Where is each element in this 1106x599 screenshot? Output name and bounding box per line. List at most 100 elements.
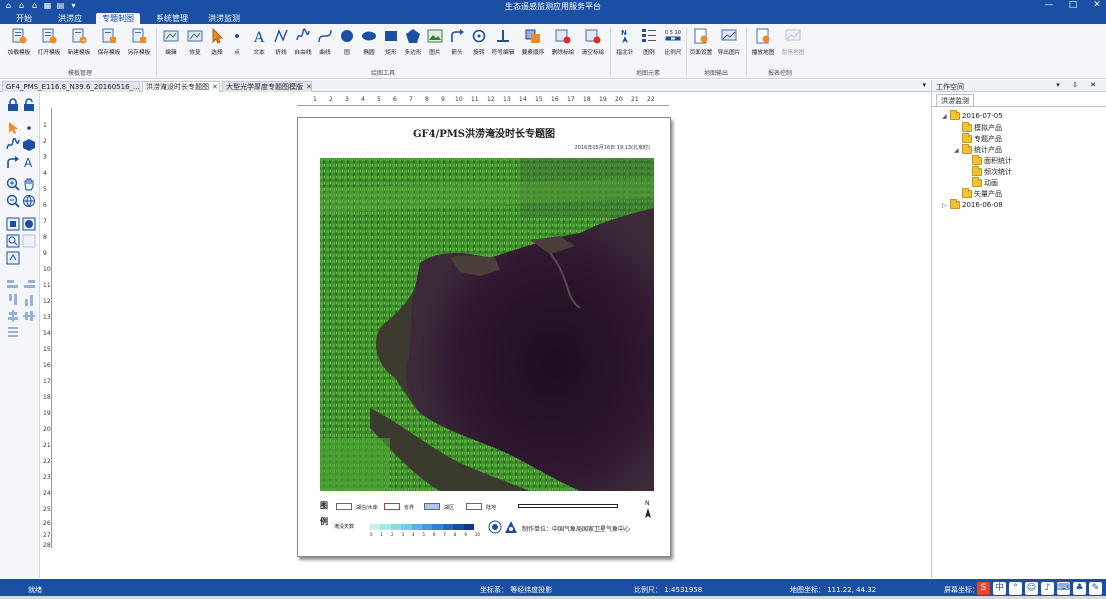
satellite-map-image[interactable] <box>320 158 654 491</box>
full-extent-icon[interactable] <box>6 217 20 231</box>
save-as-template-button[interactable]: 另存模板 <box>126 28 152 64</box>
lock-icon[interactable] <box>6 98 20 112</box>
pan-hand-icon[interactable] <box>22 177 36 191</box>
tab-flood-app[interactable]: 洪涝应用 <box>50 13 90 34</box>
pointer-icon[interactable] <box>6 121 20 135</box>
ribbon-separator <box>156 28 157 76</box>
symbol-edit-button[interactable]: 符号编辑 <box>490 28 516 64</box>
tab-start[interactable]: 开始 <box>10 13 38 24</box>
microphone-icon[interactable]: ♪ <box>1041 582 1054 595</box>
align-top-icon[interactable] <box>6 293 20 307</box>
rotate-label: 旋转 <box>473 49 485 56</box>
delete-annotation-label: 删除标绘 <box>551 49 575 56</box>
freehand-icon[interactable] <box>6 138 20 152</box>
unlock-icon[interactable] <box>22 98 36 112</box>
open-template-label: 打开模板 <box>37 49 61 56</box>
zoom-in-icon[interactable] <box>6 177 20 191</box>
map-legend[interactable]: 图 例 湖泊/水库 省界 湖区 陆地 淹没天数 0 1 2 3 4 5 6 7 … <box>320 500 654 550</box>
zoom-out-icon[interactable] <box>6 194 20 208</box>
map-date-text[interactable]: 2016年05月16日 19:13(北京时) <box>575 144 650 151</box>
rotate-icon <box>472 29 486 43</box>
title-bar: ⌂ ⌂ ⌂ ▦ ▤ ▾ 生态遥感监测应用服务平台 — □ ✕ <box>0 0 1106 12</box>
skin-icon[interactable]: ♣ <box>1073 582 1086 595</box>
tree-node-2016-06-08[interactable]: ▷ 2016-06-08 <box>942 199 1003 209</box>
open-template-button[interactable]: 打开模板 <box>36 28 62 64</box>
punctuation-icon[interactable]: ° <box>1009 582 1022 595</box>
align-bottom-icon[interactable] <box>22 293 36 307</box>
tab-flood-monitoring-workspace[interactable]: 洪涝监测 <box>936 94 974 106</box>
app-title: 生态遥感监测应用服务平台 <box>505 2 601 11</box>
clear-annotation-button[interactable]: 清空标绘 <box>580 28 606 64</box>
doc-tab-gf4-image[interactable]: GF4_PMS_E116.8_N39.6_20160516_... <box>2 81 140 92</box>
tab-flood-monitoring[interactable]: 洪涝监测 <box>202 13 246 24</box>
tree-node-simulation-products[interactable]: 模拟产品 <box>954 122 1002 133</box>
load-template-button[interactable]: 加载模板 <box>6 28 32 64</box>
tree-expander-icon[interactable]: ▷ <box>942 202 950 209</box>
scale-bar-label: 比例尺 <box>664 49 682 56</box>
minimize-button[interactable]: — <box>1044 0 1054 10</box>
tab-system-management[interactable]: 系统管理 <box>150 13 194 24</box>
save-template-button[interactable]: 保存模板 <box>96 28 122 64</box>
group-label-template: 模板管理 <box>67 70 92 77</box>
tree-node-vector-products[interactable]: 矢量产品 <box>954 188 1002 199</box>
tab-thematic-mapping[interactable]: 专题制图 <box>96 13 140 24</box>
save-template-label: 保存模板 <box>97 49 121 56</box>
status-screen-coordinates: 屏幕坐标： <box>944 586 979 594</box>
arrow-icon[interactable] <box>6 155 20 169</box>
ruler-tick-label: 21 <box>631 96 639 103</box>
play-map-button[interactable]: 播放地图 <box>750 28 776 64</box>
page-setup-button[interactable]: 页面设置 <box>688 28 714 64</box>
edit-button[interactable]: 编辑 <box>158 28 184 64</box>
panel-controls[interactable]: ▾ ⇩ ✕ <box>1056 81 1101 89</box>
wrench-icon[interactable]: ✎ <box>1089 582 1102 595</box>
maximize-button[interactable]: □ <box>1068 0 1078 10</box>
distribute-icon[interactable] <box>6 325 20 339</box>
align-center-icon[interactable] <box>6 309 20 323</box>
delete-annotation-button[interactable]: 删除标绘 <box>550 28 576 64</box>
tree-node-animation[interactable]: 动画 <box>964 177 998 188</box>
ruler-tick-label: 9 <box>43 250 47 257</box>
folder-icon <box>962 188 972 198</box>
zoom-layer-icon[interactable] <box>6 234 20 248</box>
ime-logo-icon[interactable]: S <box>977 582 990 595</box>
polygon-icon[interactable] <box>22 138 36 152</box>
tree-node-2016-07-05[interactable]: ◢ 2016-07-05 <box>942 110 1003 120</box>
tree-node-statistics-products[interactable]: ◢ 统计产品 <box>954 144 1002 155</box>
world-icon[interactable] <box>22 217 36 231</box>
tree-expander-icon[interactable]: ◢ <box>942 113 950 120</box>
tree-node-area-statistics[interactable]: 面积统计 <box>964 155 1012 166</box>
text-icon[interactable]: A <box>22 155 36 169</box>
map-layout-page[interactable]: GF4/PMS洪涝淹没时长专题图 2016年05月16日 19:13(北京时) <box>297 117 671 557</box>
new-template-button[interactable]: + 新建模板 <box>66 28 92 64</box>
align-middle-icon[interactable] <box>22 309 36 323</box>
keyboard-icon[interactable]: ⌨ <box>1057 582 1070 595</box>
doc-tab-flood-duration-map[interactable]: 洪涝淹没时长专题图 ✕ <box>142 81 220 92</box>
scale-bar-button[interactable]: 0 5 10 比例尺 <box>660 28 686 64</box>
align-left-icon[interactable] <box>6 277 20 291</box>
point-icon[interactable] <box>22 121 36 135</box>
close-tab-icon[interactable]: ✕ <box>212 83 218 91</box>
feature-order-button[interactable]: 要素顺序 <box>520 28 546 64</box>
ime-chinese-icon[interactable]: 中 <box>993 582 1006 595</box>
legend-button[interactable]: 图例 <box>636 28 662 64</box>
rotate-button[interactable]: 旋转 <box>466 28 492 64</box>
refresh-map-icon[interactable] <box>6 251 20 265</box>
emoji-icon[interactable]: ☺ <box>1025 582 1038 595</box>
close-button[interactable]: ✕ <box>1092 0 1102 10</box>
tree-node-thematic-products[interactable]: 专题产品 <box>954 133 1002 144</box>
align-right-icon[interactable] <box>22 277 36 291</box>
tree-node-frequency-statistics[interactable]: 频次统计 <box>964 166 1012 177</box>
north-arrow-button[interactable]: N 指北针 <box>612 28 638 64</box>
export-image-button[interactable]: 导出图片 <box>716 28 742 64</box>
doc-tab-optical-thickness-template[interactable]: 大型光学厚度专题图模版 ✕ <box>222 81 312 92</box>
globe-icon[interactable] <box>22 194 36 208</box>
pointer-icon <box>212 28 224 44</box>
close-tab-icon[interactable]: ✕ <box>306 83 311 91</box>
pause-map-button[interactable]: 暂停地图 <box>780 28 806 64</box>
folder-icon <box>962 144 972 154</box>
map-title[interactable]: GF4/PMS洪涝淹没时长专题图 <box>298 125 670 140</box>
zoom-selection-icon[interactable] <box>22 234 36 248</box>
tree-expander-icon[interactable]: ◢ <box>954 147 962 154</box>
tab-list-dropdown-icon[interactable]: ▾ <box>922 81 926 89</box>
text-icon: A <box>253 30 265 44</box>
